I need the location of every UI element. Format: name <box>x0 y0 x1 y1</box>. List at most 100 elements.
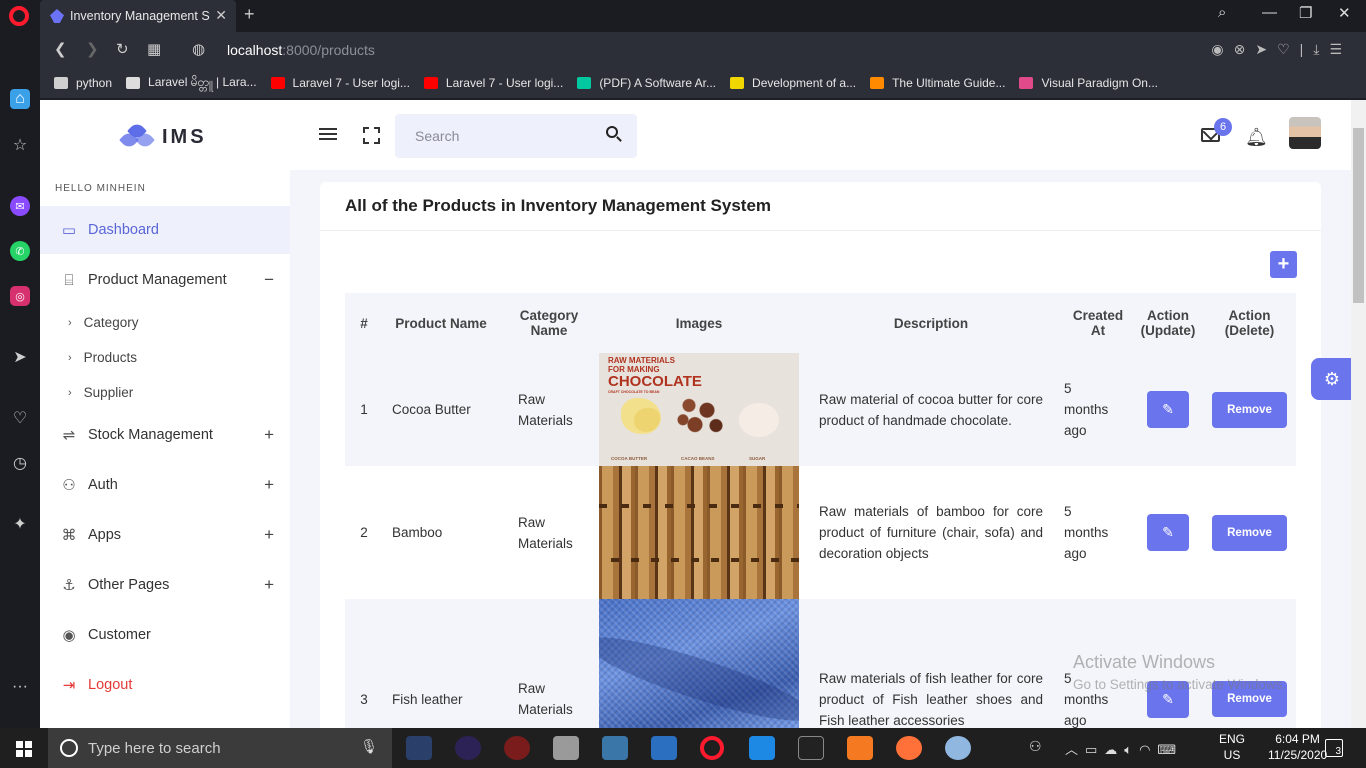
bookmarks-bar: python Laravel မိတ္တူ | Lara... Laravel 7 … <box>40 68 1366 98</box>
app-icon-mysql[interactable] <box>798 736 824 760</box>
top-header: 6 🔔︎ <box>290 100 1351 170</box>
more-icon[interactable]: ··· <box>10 677 30 697</box>
sidebar-item-logout[interactable]: ⇥ Logout <box>40 661 290 709</box>
expand-icon[interactable]: + <box>264 425 274 445</box>
opera-logo-icon[interactable] <box>9 6 29 26</box>
avatar[interactable] <box>1289 117 1321 149</box>
swap-icon: ⇌ <box>62 427 76 444</box>
minimize-icon[interactable]: — <box>1262 4 1277 21</box>
bookmark-item[interactable]: Laravel မိတ္တူ | Lara... <box>126 74 257 92</box>
sidebar-item-apps[interactable]: ⌘ Apps + <box>40 511 290 559</box>
app-icon-window[interactable] <box>651 736 677 760</box>
app-icon-python[interactable] <box>602 736 628 760</box>
messenger-icon[interactable]: ✉ <box>10 196 30 216</box>
app-icon-database[interactable] <box>553 736 579 760</box>
expand-icon[interactable]: + <box>264 575 274 595</box>
product-name: Bamboo <box>383 466 499 599</box>
bookmark-item[interactable]: (PDF) A Software Ar... <box>577 76 716 90</box>
app-icon-spider[interactable] <box>504 736 530 760</box>
product-description: Raw materials of bamboo for core product… <box>799 466 1063 599</box>
search-input[interactable] <box>395 114 637 158</box>
delete-cell: Remove <box>1203 353 1296 466</box>
reload-icon[interactable]: ↻ <box>116 40 129 58</box>
collapse-icon[interactable]: − <box>264 270 274 290</box>
page-scrollbar[interactable] <box>1351 100 1366 728</box>
bookmark-item[interactable]: Laravel 7 - User logi... <box>423 76 563 90</box>
bookmark-favicon-icon <box>423 77 438 89</box>
expand-icon[interactable]: + <box>264 475 274 495</box>
browser-tab[interactable]: Inventory Management Sys ✕ <box>40 0 236 32</box>
site-info-icon[interactable]: ◍ <box>192 40 205 58</box>
header-created-at: Created At <box>1063 293 1133 353</box>
add-product-button[interactable]: + <box>1270 251 1297 278</box>
bell-icon[interactable]: 🔔︎ <box>1245 127 1268 148</box>
heart-icon[interactable]: ♡ <box>10 408 30 428</box>
app-icon-vscode[interactable] <box>749 736 775 760</box>
speed-dial-icon[interactable]: ⌂ <box>10 89 30 109</box>
expand-icon[interactable]: + <box>264 525 274 545</box>
sidebar-item-stock-management[interactable]: ⇌ Stock Management + <box>40 411 290 459</box>
restore-icon[interactable]: ❐ <box>1299 4 1312 22</box>
language-indicator[interactable]: ENG US <box>1219 731 1245 763</box>
bookmark-item[interactable]: Development of a... <box>730 76 856 90</box>
notifications-icon[interactable]: 3 <box>1325 739 1343 757</box>
history-icon[interactable]: ◷ <box>10 453 30 473</box>
microphone-icon[interactable]: 🎙︎ <box>360 738 378 755</box>
taskbar-search[interactable]: Type here to search 🎙︎ <box>48 728 392 768</box>
close-window-icon[interactable]: ✕ <box>1338 4 1351 22</box>
app-icon-paint[interactable] <box>945 736 971 760</box>
bookmark-favicon-icon <box>730 77 745 89</box>
flow-icon[interactable]: ➤ <box>10 347 30 367</box>
edit-icon: ✎ <box>1162 524 1174 540</box>
category-name: Raw Materials <box>499 466 599 599</box>
tabs-grid-icon[interactable]: ▦ <box>147 40 161 58</box>
bookmark-item[interactable]: Visual Paradigm On... <box>1019 76 1158 90</box>
new-tab-icon[interactable]: + <box>244 4 255 25</box>
bookmark-item[interactable]: Laravel 7 - User logi... <box>270 76 410 90</box>
lightbulb-icon[interactable]: ✦ <box>10 514 30 534</box>
windows-taskbar: Type here to search 🎙︎ ⚇ ︿▭☁🔈︎◠⌨ ENG US 6… <box>0 728 1366 768</box>
taskbar-clock[interactable]: 6:04 PM 11/25/2020 <box>1268 731 1327 763</box>
edit-button[interactable]: ✎ <box>1147 391 1189 428</box>
instagram-icon[interactable]: ◎ <box>10 286 30 306</box>
url-field[interactable]: localhost:8000/products <box>227 42 375 58</box>
bookmark-item[interactable]: python <box>54 76 112 90</box>
sidebar-item-other-pages[interactable]: ⚓ Other Pages + <box>40 561 290 609</box>
app-icon-opera[interactable] <box>700 736 724 760</box>
created-at: 5 months ago <box>1063 353 1133 466</box>
app-icon-eclipse[interactable] <box>455 736 481 760</box>
settings-gear-button[interactable]: ⚙ <box>1311 358 1353 400</box>
sidebar-item-customer[interactable]: ◉ Customer <box>40 611 290 659</box>
fullscreen-icon[interactable] <box>363 127 380 144</box>
address-toolbar-icons[interactable]: ◉⊗➤♡|⤓☰ <box>1211 41 1352 58</box>
bookmarks-sidebar-icon[interactable]: ☆ <box>10 135 30 155</box>
edit-button[interactable]: ✎ <box>1147 514 1189 551</box>
sidebar-item-auth[interactable]: ⚇ Auth + <box>40 461 290 509</box>
sidebar-item-dashboard[interactable]: ▭ Dashboard <box>40 206 290 254</box>
search-icon[interactable] <box>606 126 618 138</box>
sidebar-item-label: Logout <box>88 677 133 693</box>
sidebar-subitem-category[interactable]: › Category <box>68 315 138 330</box>
people-icon[interactable]: ⚇ <box>1029 738 1042 755</box>
chevron-right-icon: › <box>68 386 72 399</box>
sidebar-item-product-management[interactable]: ⌸ Product Management − <box>40 256 290 304</box>
table-row: 2 Bamboo Raw Materials Raw materials of b… <box>345 466 1296 599</box>
bookmark-item[interactable]: The Ultimate Guide... <box>870 76 1005 90</box>
brand[interactable]: IMS <box>119 121 207 150</box>
app-icon-firefox[interactable] <box>896 736 922 760</box>
system-tray-icons[interactable]: ︿▭☁🔈︎◠⌨ <box>1065 739 1183 758</box>
forward-icon[interactable]: ❯ <box>86 40 99 58</box>
sidebar-subitem-products[interactable]: › Products <box>68 350 137 365</box>
windows-start-icon[interactable] <box>16 741 32 757</box>
sidebar-subitem-supplier[interactable]: › Supplier <box>68 385 133 400</box>
remove-button[interactable]: Remove <box>1212 391 1287 428</box>
browser-search-icon[interactable]: ⌕ <box>1218 4 1226 21</box>
scrollbar-thumb[interactable] <box>1353 128 1364 303</box>
back-icon[interactable]: ❮ <box>54 40 67 58</box>
app-icon-dbeaver[interactable] <box>406 736 432 760</box>
menu-icon[interactable] <box>319 128 337 142</box>
remove-button[interactable]: Remove <box>1212 514 1287 551</box>
whatsapp-icon[interactable]: ✆ <box>10 241 30 261</box>
close-tab-icon[interactable]: ✕ <box>215 7 227 24</box>
app-icon-xampp[interactable] <box>847 736 873 760</box>
